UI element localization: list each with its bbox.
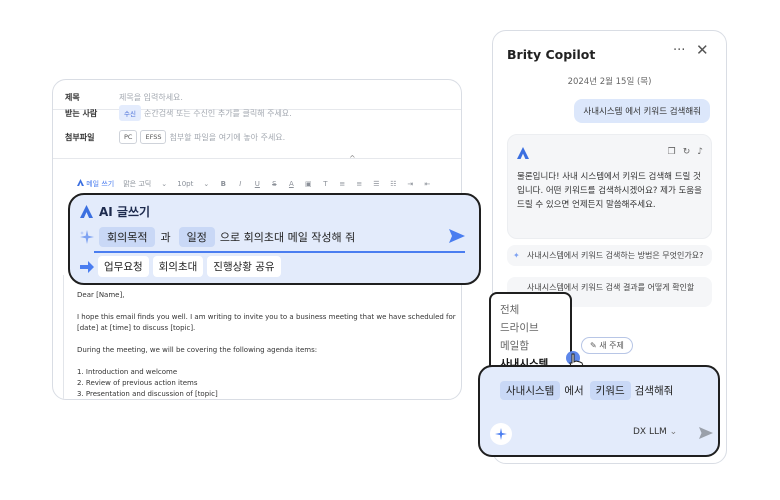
ai-logo-icon xyxy=(77,179,84,186)
filter-option-all[interactable]: 전체 xyxy=(500,302,519,317)
agenda-item: 3. Presentation and discussion of [topic… xyxy=(77,390,218,398)
bold-icon[interactable]: B xyxy=(219,180,227,188)
email-body[interactable]: Dear [Name], I hope this email finds you… xyxy=(77,290,457,399)
copilot-input-box[interactable]: 사내시스템 에서 키워드 검색해줘 DX LLM ⌄ xyxy=(478,365,720,457)
copilot-title: Brity Copilot xyxy=(507,47,596,62)
suggested-question[interactable]: ✦ 사내시스템에서 키워드 검색하는 방법은 무엇인가요? xyxy=(507,245,712,266)
subject-label: 제목 xyxy=(65,92,80,102)
body-paragraph: I hope this email finds you well. I am w… xyxy=(77,313,456,332)
sparkle-icon xyxy=(495,428,507,440)
attach-pc-button[interactable]: PC xyxy=(119,130,138,144)
attachment-row: 첨부파일 PC EFSS 첨부할 파일을 여기에 놓아 주세요. xyxy=(53,126,461,148)
prompt-underline xyxy=(94,251,465,253)
align-left-icon[interactable]: ≡ xyxy=(338,180,346,188)
suggestion-chip[interactable]: 진행상황 공유 xyxy=(207,256,281,277)
indent-icon[interactable]: ⇥ xyxy=(406,180,414,188)
speaker-icon[interactable]: ♪ xyxy=(697,147,703,157)
chevron-down-icon[interactable]: ⌄ xyxy=(202,180,210,188)
regenerate-icon[interactable]: ↻ xyxy=(683,147,691,157)
ai-popup-header: AI 글쓰기 xyxy=(80,203,150,220)
ai-popup-title: AI 글쓰기 xyxy=(99,205,151,219)
chevron-down-icon: ⌄ xyxy=(669,427,678,437)
recipient-label: 받는 사람 xyxy=(65,108,98,118)
ai-prompt-input[interactable]: 회의목적 과 일정 으로 회의초대 메일 작성해 줘 xyxy=(80,227,466,247)
close-icon[interactable]: ✕ xyxy=(696,41,709,59)
copy-icon[interactable]: ❐ xyxy=(668,147,676,157)
underline-icon[interactable]: U xyxy=(253,180,261,188)
edit-icon: ✎ xyxy=(590,341,597,350)
arrow-right-icon xyxy=(80,260,94,273)
attachment-label: 첨부파일 xyxy=(65,132,95,142)
send-icon[interactable] xyxy=(449,229,465,243)
body-greeting: Dear [Name], xyxy=(77,291,125,299)
collapse-icon[interactable]: ^ xyxy=(349,154,356,163)
suggestion-row: 업무요청 회의초대 진행상황 공유 xyxy=(80,256,281,277)
filter-option-drive[interactable]: 드라이브 xyxy=(500,320,539,335)
keyword-chip[interactable]: 일정 xyxy=(178,227,215,247)
chat-date: 2024년 2월 15일 (목) xyxy=(567,77,652,87)
bot-message: ❐ ↻ ♪ 물론입니다! 사내 시스템에서 키워드 검색해 드릴 것입니다. 어… xyxy=(507,134,712,239)
outdent-icon[interactable]: ⇤ xyxy=(423,180,431,188)
recipient-type-chip[interactable]: 수신 xyxy=(119,105,141,121)
chevron-down-icon[interactable]: ⌄ xyxy=(160,180,168,188)
subject-input[interactable]: 제목을 입력하세요. xyxy=(119,92,183,103)
sparkle-icon: ✦ xyxy=(513,251,520,260)
new-topic-button[interactable]: ✎ 새 주제 xyxy=(581,337,633,354)
input-text: 검색해줘 xyxy=(634,385,674,397)
suggestion-chip[interactable]: 회의초대 xyxy=(152,256,204,277)
keyword-chip[interactable]: 키워드 xyxy=(589,381,631,400)
recipient-row: 받는 사람 수신 순간검색 또는 수신인 추가를 클릭해 주세요. xyxy=(53,102,461,124)
divider xyxy=(53,158,461,159)
recipient-input[interactable]: 순간검색 또는 수신인 추가를 클릭해 주세요. xyxy=(144,108,292,119)
send-icon[interactable] xyxy=(699,427,713,439)
body-paragraph: During the meeting, we will be covering … xyxy=(77,346,318,354)
prompt-helper-button[interactable] xyxy=(490,423,512,445)
font-color-icon[interactable]: A xyxy=(287,180,295,188)
input-text: 에서 xyxy=(564,385,584,397)
ai-writing-popup: AI 글쓰기 회의목적 과 일정 으로 회의초대 메일 작성해 줘 업무요청 회… xyxy=(68,193,481,285)
filter-option-mailbox[interactable]: 메일함 xyxy=(500,338,529,353)
attach-efss-button[interactable]: EFSS xyxy=(140,130,167,144)
bullet-list-icon[interactable]: ☰ xyxy=(372,180,380,188)
keyword-chip[interactable]: 회의목적 xyxy=(99,227,156,247)
model-select[interactable]: DX LLM ⌄ xyxy=(633,427,677,437)
more-icon[interactable]: ··· xyxy=(673,43,685,58)
agenda-item: 2. Review of previous action items xyxy=(77,379,198,387)
body-gutter xyxy=(63,275,64,399)
ai-write-tool[interactable]: 메일 쓰기 xyxy=(77,179,114,189)
suggestion-chip[interactable]: 업무요청 xyxy=(98,256,149,277)
copilot-input-text[interactable]: 사내시스템 에서 키워드 검색해줘 xyxy=(500,381,673,400)
font-size-select[interactable]: 10pt xyxy=(177,180,193,188)
strikethrough-icon[interactable]: S xyxy=(270,180,278,188)
ai-logo-icon xyxy=(517,147,529,159)
highlight-icon[interactable]: ▣ xyxy=(304,180,312,188)
ai-logo-icon xyxy=(80,205,93,218)
keyword-chip[interactable]: 사내시스템 xyxy=(500,381,561,400)
clear-format-icon[interactable]: T xyxy=(321,180,329,188)
sparkle-icon xyxy=(80,230,94,244)
align-center-icon[interactable]: ≡ xyxy=(355,180,363,188)
prompt-text: 으로 회의초대 메일 작성해 줘 xyxy=(219,231,356,244)
bot-message-text: 물론입니다! 사내 시스템에서 키워드 검색해 드릴 것입니다. 어떤 키워드를… xyxy=(517,172,702,210)
font-family-select[interactable]: 맑은 고딕 xyxy=(123,179,151,189)
italic-icon[interactable]: I xyxy=(236,180,244,188)
agenda-item: 1. Introduction and welcome xyxy=(77,368,178,376)
attachment-dropzone[interactable]: 첨부할 파일을 여기에 놓아 주세요. xyxy=(169,132,285,143)
user-message: 사내시스템 에서 키워드 검색해줘 xyxy=(574,99,710,123)
editor-toolbar: 메일 쓰기 맑은 고딕 ⌄ 10pt ⌄ B I U S A ▣ T ≡ ≡ ☰… xyxy=(71,176,461,192)
prompt-text: 과 xyxy=(160,231,171,244)
message-actions: ❐ ↻ ♪ xyxy=(668,147,703,157)
numbered-list-icon[interactable]: ☷ xyxy=(389,180,397,188)
